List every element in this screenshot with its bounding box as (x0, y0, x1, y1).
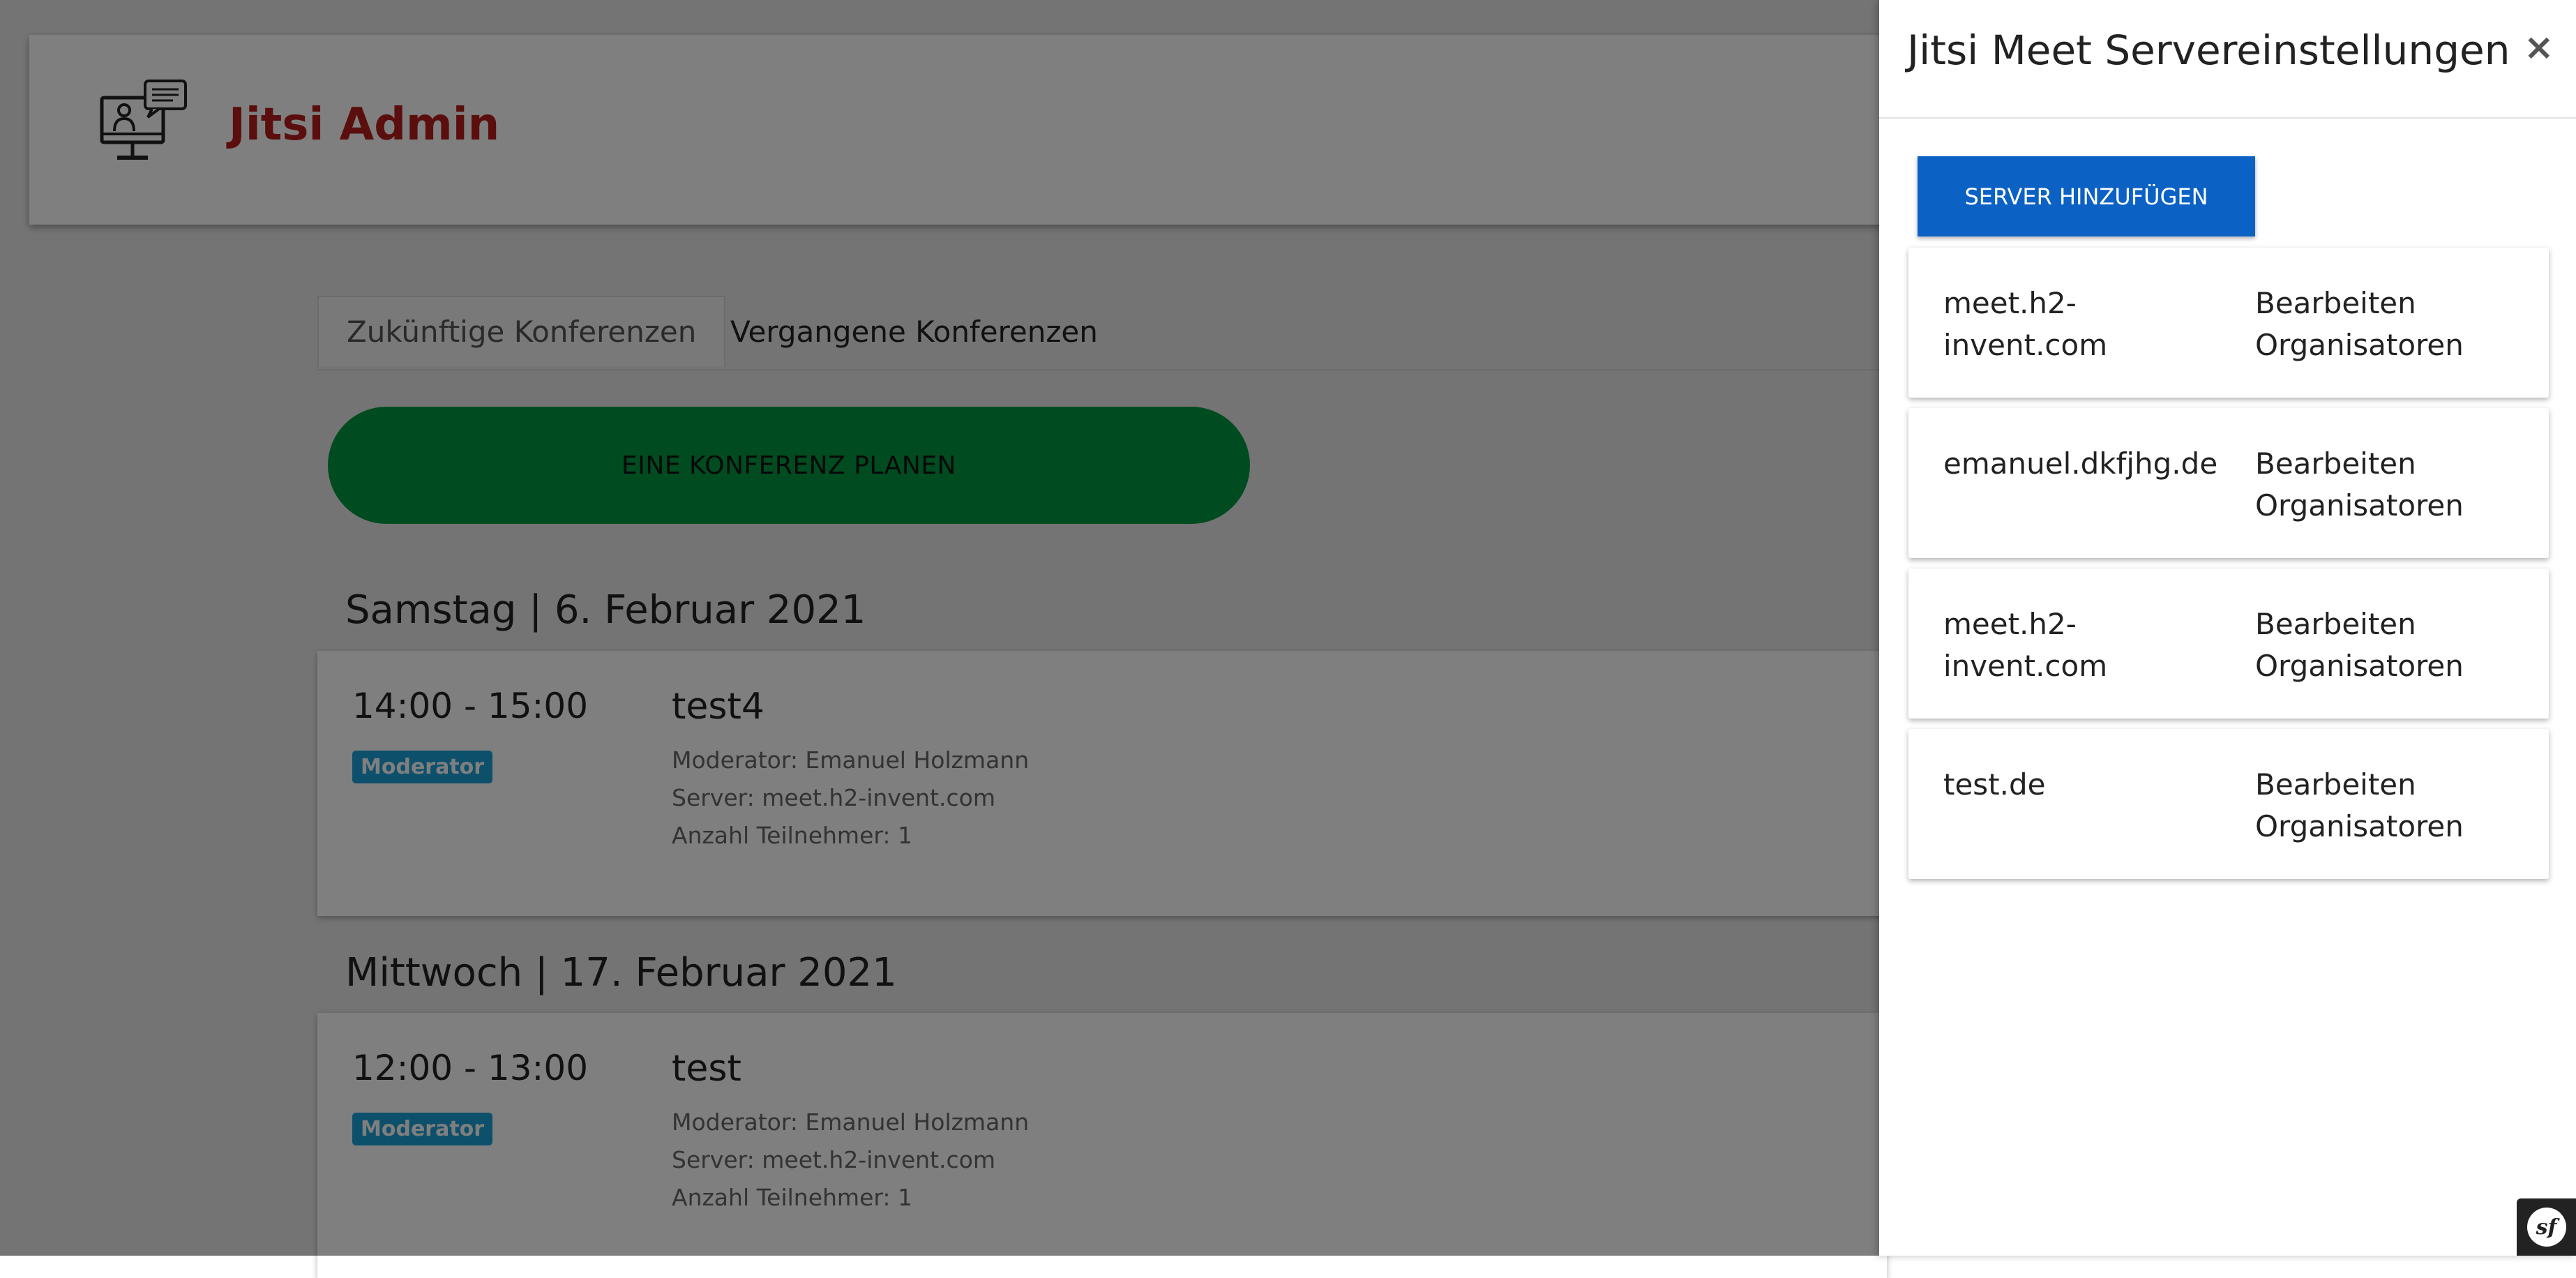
server-name: test.de (1943, 767, 2046, 802)
server-list-item: meet.h2-invent.com Bearbeiten Organisato… (1908, 248, 2549, 398)
add-server-button[interactable]: SERVER HINZUFÜGEN (1918, 156, 2255, 236)
server-list-item: meet.h2-invent.com Bearbeiten Organisato… (1908, 569, 2549, 719)
edit-server-link[interactable]: Bearbeiten (2255, 443, 2464, 485)
server-actions: Bearbeiten Organisatoren (2255, 443, 2464, 527)
panel-header: Jitsi Meet Servereinstellungen × (1879, 0, 2576, 119)
server-actions: Bearbeiten Organisatoren (2255, 283, 2464, 366)
edit-server-link[interactable]: Bearbeiten (2255, 603, 2464, 645)
server-list-item: test.de Bearbeiten Organisatoren (1908, 729, 2549, 879)
close-icon[interactable]: × (2524, 27, 2554, 68)
server-name: meet.h2-invent.com (1943, 607, 2108, 683)
edit-server-link[interactable]: Bearbeiten (2255, 764, 2464, 806)
server-actions: Bearbeiten Organisatoren (2255, 764, 2464, 848)
server-organizers-link[interactable]: Organisatoren (2255, 324, 2464, 366)
server-organizers-link[interactable]: Organisatoren (2255, 485, 2464, 527)
server-actions: Bearbeiten Organisatoren (2255, 603, 2464, 687)
symfony-toolbar-toggle[interactable]: sf (2517, 1198, 2576, 1256)
edit-server-link[interactable]: Bearbeiten (2255, 283, 2464, 324)
symfony-icon: sf (2526, 1208, 2566, 1247)
server-settings-panel: Jitsi Meet Servereinstellungen × SERVER … (1879, 0, 2576, 1256)
panel-title: Jitsi Meet Servereinstellungen (1907, 27, 2510, 74)
server-name: emanuel.dkfjhg.de (1943, 446, 2218, 481)
server-organizers-link[interactable]: Organisatoren (2255, 645, 2464, 687)
server-list-item: emanuel.dkfjhg.de Bearbeiten Organisator… (1908, 408, 2549, 558)
server-name: meet.h2-invent.com (1943, 286, 2108, 362)
server-organizers-link[interactable]: Organisatoren (2255, 806, 2464, 848)
